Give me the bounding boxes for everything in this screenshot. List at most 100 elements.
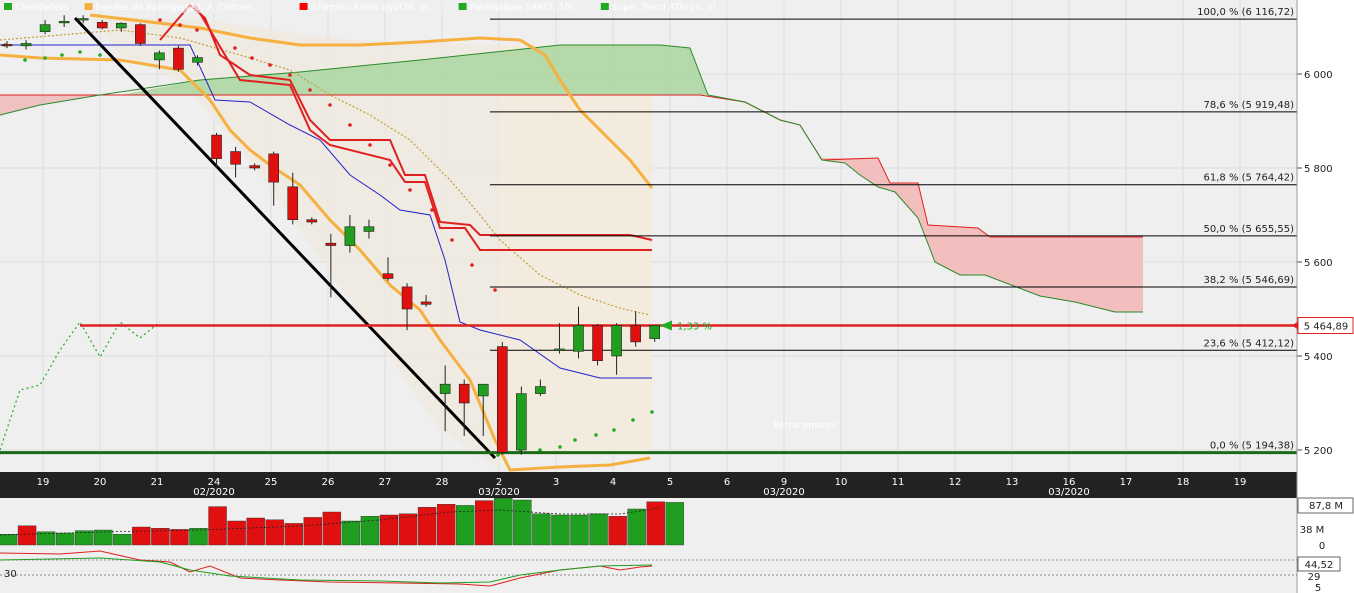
volume-bar-16	[303, 517, 322, 546]
candle-body-11	[211, 134, 222, 159]
candle-body-13	[249, 165, 260, 169]
sar-dot-5	[98, 53, 102, 57]
x-day-label-21: 19	[1234, 477, 1247, 488]
sar-dot-4	[78, 50, 82, 54]
sar-dot-20	[430, 208, 434, 212]
sar-dot-32	[650, 410, 654, 414]
volume-bar-29	[551, 514, 570, 546]
legend-item-3: Parabolique SAR(2, 10)	[470, 3, 574, 13]
legend-swatch-2	[299, 3, 308, 10]
sar-dot-19	[408, 188, 412, 192]
x-month-label-0: 02/2020	[193, 487, 235, 498]
volume-bar-31	[589, 513, 608, 546]
y-tick-label-1: 5 400	[1304, 352, 1333, 363]
x-day-label-6: 27	[379, 477, 392, 488]
fib-label-5: 23,6 % (5 412,12)	[1204, 338, 1295, 349]
candle-body-9	[173, 47, 184, 70]
sar-dot-31	[631, 418, 635, 422]
candle-body-33	[630, 325, 641, 343]
x-day-label-20: 18	[1177, 477, 1190, 488]
volume-bar-33	[627, 508, 646, 546]
sar-dot-30	[612, 428, 616, 432]
legend-swatch-4	[600, 3, 609, 10]
stock-chart[interactable]: 100,0 % (6 116,72) 78,6 % (5 919,48) 61,8 …	[0, 0, 1354, 593]
x-day-label-10: 4	[610, 477, 616, 488]
volume-label: 87,8 M	[1309, 501, 1343, 512]
sar-dot-12	[268, 63, 272, 67]
sar-dot-1	[23, 58, 27, 62]
candle-body-4	[77, 18, 89, 21]
x-day-label-15: 11	[892, 477, 905, 488]
x-day-label-9: 3	[553, 477, 559, 488]
legend-item-1: Bandes de Bollinger(20, 2, Clôture)	[96, 2, 254, 13]
candle-body-7	[135, 24, 146, 44]
fib-label-1: 78,6 % (5 919,48)	[1204, 100, 1295, 111]
fib-label-4: 38,2 % (5 546,69)	[1204, 275, 1295, 286]
y-tick-label-3: 5 800	[1304, 164, 1333, 175]
candle-body-24	[458, 383, 470, 404]
candle-body-31	[592, 325, 603, 362]
candle-body-12	[230, 151, 241, 165]
candle-body-0	[1, 44, 13, 47]
volume-tick-0: 38 M	[1300, 525, 1325, 536]
legend-item-2: Ichimoku Kinko Hyo(26, 9)	[311, 3, 429, 13]
volume-bar-14	[265, 519, 284, 546]
candle-body-25	[477, 383, 489, 397]
sar-dot-2	[43, 56, 47, 60]
sar-dot-22	[470, 263, 474, 267]
candle-body-5	[96, 21, 108, 29]
candle-body-6	[116, 22, 127, 29]
legend-swatch-3	[458, 3, 467, 10]
volume-bar-0	[0, 534, 18, 546]
volume-bar-18	[341, 520, 361, 546]
x-month-label-3: 03/2020	[1048, 487, 1090, 498]
legend-item-0: Chandeliers	[15, 3, 69, 13]
x-day-label-4: 25	[265, 477, 278, 488]
volume-bar-32	[608, 516, 627, 546]
y-tick-label-4: 6 000	[1304, 70, 1333, 81]
candle-body-27	[516, 393, 527, 451]
sar-dot-23	[493, 288, 497, 292]
x-day-label-5: 26	[322, 477, 335, 488]
x-day-label-2: 21	[151, 477, 164, 488]
volume-bar-11	[208, 506, 227, 546]
osc-tick-0: 29	[1308, 572, 1321, 583]
legend-swatch-0	[4, 3, 12, 10]
candle-body-1	[20, 43, 32, 47]
candle-body-30	[573, 325, 584, 352]
x-day-label-11: 5	[667, 477, 673, 488]
oscillator-panel	[0, 550, 1297, 593]
sar-dot-10	[233, 46, 237, 50]
x-day-label-7: 28	[436, 477, 449, 488]
sar-dot-14	[308, 88, 312, 92]
volume-bar-22	[417, 507, 437, 546]
sar-dot-27	[558, 445, 562, 449]
sar-dot-29	[594, 433, 598, 437]
legend-swatch-1	[84, 3, 93, 10]
sar-dot-16	[348, 123, 352, 127]
legend-item-4: Super Trend ATR(10, 3)	[612, 3, 716, 13]
x-day-label-0: 19	[37, 477, 50, 488]
sar-dot-6	[158, 18, 162, 22]
candle-body-22	[420, 301, 432, 305]
x-day-label-12: 6	[724, 477, 730, 488]
x-day-label-1: 20	[94, 477, 107, 488]
candle-body-16	[306, 219, 318, 223]
x-month-label-1: 03/2020	[478, 487, 520, 498]
volume-bar-26	[494, 498, 513, 546]
x-day-label-16: 12	[949, 477, 962, 488]
volume-bar-25	[475, 500, 494, 546]
volume-tick-1: 0	[1319, 541, 1325, 552]
sar-dot-11	[250, 56, 254, 60]
sar-dot-15	[328, 103, 332, 107]
sar-dot-3	[60, 53, 64, 57]
candle-body-15	[287, 186, 299, 221]
candle-body-29	[554, 348, 565, 351]
candle-body-26	[496, 346, 508, 453]
x-month-label-2: 03/2020	[763, 487, 805, 498]
candle-body-8	[154, 52, 165, 61]
sar-dot-7	[178, 23, 182, 27]
sar-dot-18	[388, 163, 392, 167]
candle-body-20	[382, 273, 394, 279]
volume-bar-17	[322, 511, 342, 546]
